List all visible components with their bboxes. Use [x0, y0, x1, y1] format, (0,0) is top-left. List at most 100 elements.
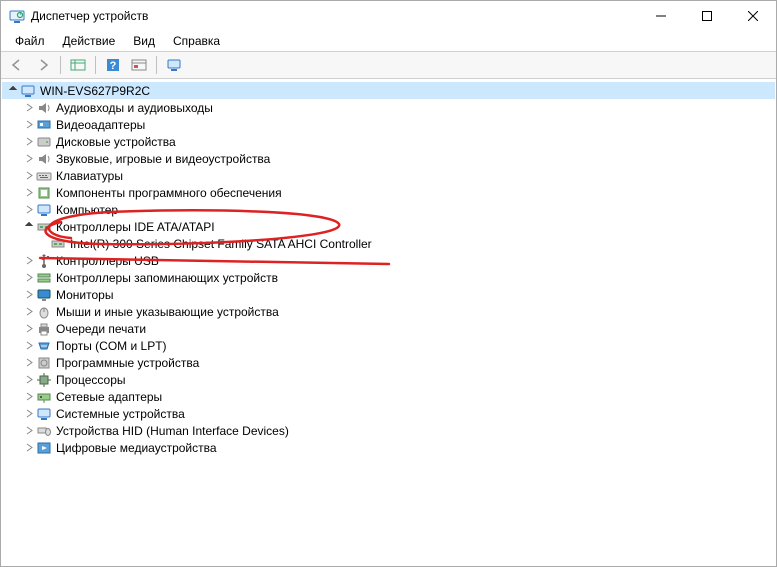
cpu-icon	[36, 372, 52, 388]
tree-node-monitors[interactable]: Мониторы	[2, 286, 775, 303]
storage-controller-icon	[36, 270, 52, 286]
tree-label: Звуковые, игровые и видеоустройства	[56, 152, 276, 166]
chevron-right-icon[interactable]	[22, 169, 36, 183]
tree-node-disk[interactable]: Дисковые устройства	[2, 133, 775, 150]
chevron-right-icon[interactable]	[22, 254, 36, 268]
menu-file[interactable]: Файл	[7, 32, 53, 50]
chevron-right-icon[interactable]	[22, 186, 36, 200]
tree-node-storage[interactable]: Контроллеры запоминающих устройств	[2, 269, 775, 286]
tree-node-video[interactable]: Видеоадаптеры	[2, 116, 775, 133]
tree-label: Мыши и иные указывающие устройства	[56, 305, 285, 319]
chevron-right-icon[interactable]	[22, 135, 36, 149]
tree-label: Устройства HID (Human Interface Devices)	[56, 424, 295, 438]
tree-node-software[interactable]: Компоненты программного обеспечения	[2, 184, 775, 201]
mouse-icon	[36, 304, 52, 320]
scan-hardware-button[interactable]	[162, 54, 186, 76]
toolbar-separator	[156, 56, 157, 74]
tree-node-ports[interactable]: Порты (COM и LPT)	[2, 337, 775, 354]
tree-label: Контроллеры USB	[56, 254, 165, 268]
tree-node-softdev[interactable]: Программные устройства	[2, 354, 775, 371]
computer-icon	[20, 83, 36, 99]
printer-icon	[36, 321, 52, 337]
chevron-right-icon[interactable]	[22, 118, 36, 132]
software-icon	[36, 185, 52, 201]
svg-text:?: ?	[110, 60, 117, 72]
tree-label: Программные устройства	[56, 356, 205, 370]
tree-label: Компоненты программного обеспечения	[56, 186, 288, 200]
hid-icon	[36, 423, 52, 439]
menu-action[interactable]: Действие	[55, 32, 124, 50]
toolbar: ?	[1, 51, 776, 79]
tree-node-audio[interactable]: Аудиовходы и аудиовыходы	[2, 99, 775, 116]
ide-controller-icon	[36, 219, 52, 235]
display-adapter-icon	[36, 117, 52, 133]
disk-icon	[36, 134, 52, 150]
chevron-down-icon[interactable]	[6, 84, 20, 98]
window-title: Диспетчер устройств	[31, 9, 148, 23]
tree-node-usb[interactable]: Контроллеры USB	[2, 252, 775, 269]
show-hidden-button[interactable]	[66, 54, 90, 76]
tree-node-sound[interactable]: Звуковые, игровые и видеоустройства	[2, 150, 775, 167]
minimize-button[interactable]	[638, 1, 684, 31]
chevron-right-icon[interactable]	[22, 407, 36, 421]
tree-label: Клавиатуры	[56, 169, 129, 183]
help-button[interactable]: ?	[101, 54, 125, 76]
chevron-right-icon[interactable]	[22, 424, 36, 438]
chevron-right-icon[interactable]	[22, 203, 36, 217]
monitor-icon	[36, 287, 52, 303]
chevron-right-icon[interactable]	[22, 101, 36, 115]
chevron-right-icon[interactable]	[22, 322, 36, 336]
software-device-icon	[36, 355, 52, 371]
chevron-right-icon[interactable]	[22, 373, 36, 387]
system-device-icon	[36, 406, 52, 422]
tree-label: Аудиовходы и аудиовыходы	[56, 101, 219, 115]
tree-node-ide[interactable]: Контроллеры IDE ATA/ATAPI	[2, 218, 775, 235]
network-icon	[36, 389, 52, 405]
tree-node-printqueues[interactable]: Очереди печати	[2, 320, 775, 337]
toolbar-separator	[95, 56, 96, 74]
tree-node-hid[interactable]: Устройства HID (Human Interface Devices)	[2, 422, 775, 439]
chevron-right-icon[interactable]	[22, 356, 36, 370]
tree-node-media[interactable]: Цифровые медиаустройства	[2, 439, 775, 456]
tree-label: Видеоадаптеры	[56, 118, 151, 132]
tree-label: Дисковые устройства	[56, 135, 182, 149]
chevron-right-icon[interactable]	[22, 288, 36, 302]
speaker-icon	[36, 151, 52, 167]
tree-label: Системные устройства	[56, 407, 191, 421]
tree-label: Компьютер	[56, 203, 124, 217]
toolbar-separator	[60, 56, 61, 74]
menu-help[interactable]: Справка	[165, 32, 228, 50]
tree-child-sata-controller[interactable]: Intel(R) 300 Series Chipset Family SATA …	[2, 235, 775, 252]
port-icon	[36, 338, 52, 354]
chevron-right-icon[interactable]	[22, 305, 36, 319]
ide-controller-icon	[50, 236, 66, 252]
media-device-icon	[36, 440, 52, 456]
tree-root-label: WIN-EVS627P9R2C	[40, 84, 156, 98]
tree-node-computer[interactable]: Компьютер	[2, 201, 775, 218]
tree-root[interactable]: WIN-EVS627P9R2C	[2, 82, 775, 99]
back-button	[5, 54, 29, 76]
tree-node-system[interactable]: Системные устройства	[2, 405, 775, 422]
chevron-right-icon[interactable]	[22, 390, 36, 404]
device-tree[interactable]: WIN-EVS627P9R2C Аудиовходы и аудиовыходы…	[2, 80, 775, 565]
tree-node-keyboard[interactable]: Клавиатуры	[2, 167, 775, 184]
tree-node-mice[interactable]: Мыши и иные указывающие устройства	[2, 303, 775, 320]
maximize-button[interactable]	[684, 1, 730, 31]
chevron-right-icon[interactable]	[22, 339, 36, 353]
tree-label: Контроллеры IDE ATA/ATAPI	[56, 220, 221, 234]
chevron-down-icon[interactable]	[22, 220, 36, 234]
tree-label: Порты (COM и LPT)	[56, 339, 173, 353]
tree-label: Цифровые медиаустройства	[56, 441, 223, 455]
close-button[interactable]	[730, 1, 776, 31]
chevron-right-icon[interactable]	[22, 271, 36, 285]
chevron-right-icon[interactable]	[22, 152, 36, 166]
menu-view[interactable]: Вид	[125, 32, 163, 50]
tree-node-cpu[interactable]: Процессоры	[2, 371, 775, 388]
chevron-right-icon[interactable]	[22, 441, 36, 455]
usb-icon	[36, 253, 52, 269]
keyboard-icon	[36, 168, 52, 184]
properties-button[interactable]	[127, 54, 151, 76]
tree-node-net[interactable]: Сетевые адаптеры	[2, 388, 775, 405]
forward-button	[31, 54, 55, 76]
tree-label: Сетевые адаптеры	[56, 390, 168, 404]
